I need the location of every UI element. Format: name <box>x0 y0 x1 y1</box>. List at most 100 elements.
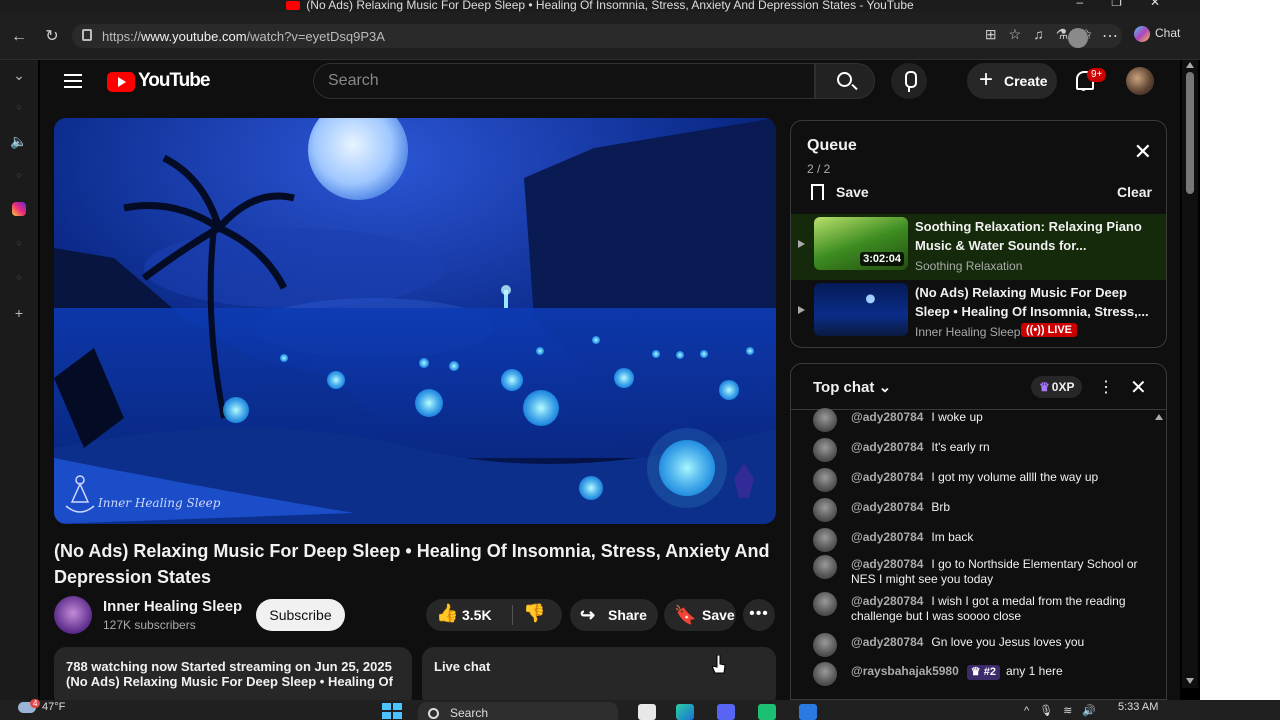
search-icon <box>428 708 439 719</box>
search-icon[interactable]: ○ <box>10 98 28 116</box>
queue-clear-button[interactable]: Clear <box>1117 184 1152 200</box>
chat-mode-dropdown[interactable]: Top chat ⌄ <box>813 378 891 396</box>
queue-video-title[interactable]: (No Ads) Relaxing Music For Deep Sleep •… <box>915 283 1155 321</box>
chat-author[interactable]: @ady280784 <box>851 530 923 544</box>
close-queue-icon[interactable]: ✕ <box>1134 141 1152 163</box>
search-icon[interactable]: ○ <box>10 234 28 252</box>
search-input[interactable] <box>328 72 788 90</box>
scrollbar-thumb[interactable] <box>1186 72 1194 194</box>
queue-item[interactable]: (No Ads) Relaxing Music For Deep Sleep •… <box>791 280 1166 346</box>
chat-more-icon[interactable]: ⋮ <box>1098 377 1114 397</box>
like-icon[interactable]: 👍 <box>436 603 458 624</box>
chat-avatar[interactable] <box>813 662 837 686</box>
save-button[interactable]: 🔖 Save <box>664 599 736 631</box>
chat-author[interactable]: @ady280784 <box>851 500 923 514</box>
copilot-chat-button[interactable]: Chat <box>1134 26 1180 42</box>
queue-thumbnail[interactable] <box>814 283 908 336</box>
queue-video-title[interactable]: Soothing Relaxation: Relaxing Piano Musi… <box>915 217 1155 255</box>
instagram-icon[interactable] <box>12 202 26 216</box>
menu-icon[interactable] <box>64 74 82 88</box>
chat-author[interactable]: @ady280784 <box>851 635 923 649</box>
live-chat-label: Live chat <box>434 659 491 674</box>
chat-avatar[interactable] <box>813 468 837 492</box>
voice-search-button[interactable] <box>891 63 927 99</box>
chat-avatar[interactable] <box>813 633 837 657</box>
desktop-background <box>1200 0 1280 700</box>
queue-channel-name[interactable]: Inner Healing Sleep <box>915 325 1020 339</box>
close-window-icon[interactable]: ✕ <box>1150 0 1188 9</box>
chat-text: It's early rn <box>931 440 990 454</box>
split-screen-icon[interactable]: ⊞ <box>985 26 1009 42</box>
app-icon[interactable] <box>758 704 776 720</box>
queue-thumbnail[interactable]: 3:02:04 <box>814 217 908 270</box>
chat-author[interactable]: @ady280784 <box>851 470 923 484</box>
search-icon[interactable]: ○ <box>10 166 28 184</box>
search-box[interactable] <box>313 63 815 99</box>
youtube-logo-icon[interactable] <box>107 72 135 92</box>
chat-avatar[interactable] <box>813 408 837 432</box>
edge-browser-icon[interactable] <box>676 704 694 720</box>
app-icon[interactable] <box>799 704 817 720</box>
browser-profile-avatar[interactable] <box>1068 28 1088 48</box>
refresh-icon[interactable]: ↻ <box>41 26 63 48</box>
search-button[interactable] <box>815 63 875 99</box>
account-avatar[interactable] <box>1126 67 1154 95</box>
start-icon[interactable] <box>382 703 402 719</box>
bell-extension-icon[interactable]: ♫ <box>1033 26 1056 42</box>
chat-avatar[interactable] <box>813 438 837 462</box>
scroll-up-icon[interactable] <box>1186 62 1194 68</box>
file-explorer-icon[interactable] <box>638 704 656 720</box>
chevron-down-icon[interactable]: ⌄ <box>10 66 28 84</box>
microphone-icon[interactable]: 🎙 <box>1039 705 1063 717</box>
minimize-icon[interactable]: – <box>1076 0 1111 9</box>
url-text[interactable]: https://www.youtube.com/watch?v=eyetDsq9… <box>102 29 385 44</box>
chat-avatar[interactable] <box>813 528 837 552</box>
volume-icon[interactable]: 🔊 <box>1082 705 1106 717</box>
taskbar-search[interactable]: Search <box>418 702 618 720</box>
queue-channel-name[interactable]: Soothing Relaxation <box>915 259 1022 273</box>
search-icon[interactable]: ○ <box>10 268 28 286</box>
chat-author[interactable]: @ady280784 <box>851 594 923 608</box>
create-button[interactable]: + Create <box>967 63 1057 99</box>
chat-author[interactable]: @raysbahajak5980 <box>851 664 959 678</box>
like-count[interactable]: 3.5K <box>462 607 492 623</box>
add-icon[interactable]: + <box>10 304 28 322</box>
taskbar: 4 47°F Search ^🎙≋🔊 5:33 AM <box>0 699 1280 720</box>
channel-avatar[interactable] <box>54 596 92 634</box>
speaker-icon[interactable]: 🔈 <box>10 132 28 150</box>
close-chat-icon[interactable]: ✕ <box>1130 375 1147 400</box>
discord-icon[interactable] <box>717 704 735 720</box>
clock[interactable]: 5:33 AM <box>1118 701 1158 713</box>
video-player[interactable]: Inner Healing Sleep <box>54 118 776 524</box>
scroll-down-icon[interactable] <box>1186 678 1194 684</box>
wifi-icon[interactable]: ≋ <box>1063 705 1082 717</box>
more-actions-icon[interactable]: ••• <box>743 599 775 631</box>
back-icon[interactable]: ← <box>8 26 30 48</box>
chat-avatar[interactable] <box>813 592 837 616</box>
chat-scroll-up-icon[interactable] <box>1155 414 1163 420</box>
page-scrollbar[interactable] <box>1182 60 1198 688</box>
queue-item[interactable]: 3:02:04 Soothing Relaxation: Relaxing Pi… <box>791 214 1166 280</box>
maximize-icon[interactable]: ❐ <box>1111 0 1150 9</box>
notification-badge: 9+ <box>1087 68 1107 82</box>
chat-avatar[interactable] <box>813 555 837 579</box>
chat-author[interactable]: @ady280784 <box>851 557 923 571</box>
subscribe-button[interactable]: Subscribe <box>256 599 345 631</box>
address-bar[interactable]: https://www.youtube.com/watch?v=eyetDsq9… <box>72 24 1122 48</box>
youtube-logo-text[interactable]: YouTube <box>138 70 210 92</box>
browser-more-icon[interactable]: ⋯ <box>1102 26 1118 46</box>
chat-author[interactable]: @ady280784 <box>851 410 923 424</box>
share-button[interactable]: ↪ Share <box>570 599 658 631</box>
channel-name[interactable]: Inner Healing Sleep <box>103 598 242 615</box>
description-box[interactable]: 788 watching now Started streaming on Ju… <box>54 647 412 700</box>
share-icon: ↪ <box>580 605 596 625</box>
weather-widget[interactable]: 4 47°F <box>18 699 65 713</box>
xp-badge[interactable]: ♛ 0XP <box>1031 376 1083 398</box>
site-info-icon[interactable] <box>82 29 92 41</box>
favorite-star-icon[interactable]: ☆ <box>1009 26 1034 42</box>
chat-avatar[interactable] <box>813 498 837 522</box>
chat-author[interactable]: @ady280784 <box>851 440 923 454</box>
queue-save-button[interactable]: Save <box>811 184 869 200</box>
chevron-up-icon[interactable]: ^ <box>1024 705 1039 717</box>
dislike-icon[interactable]: 👎 <box>523 603 545 624</box>
